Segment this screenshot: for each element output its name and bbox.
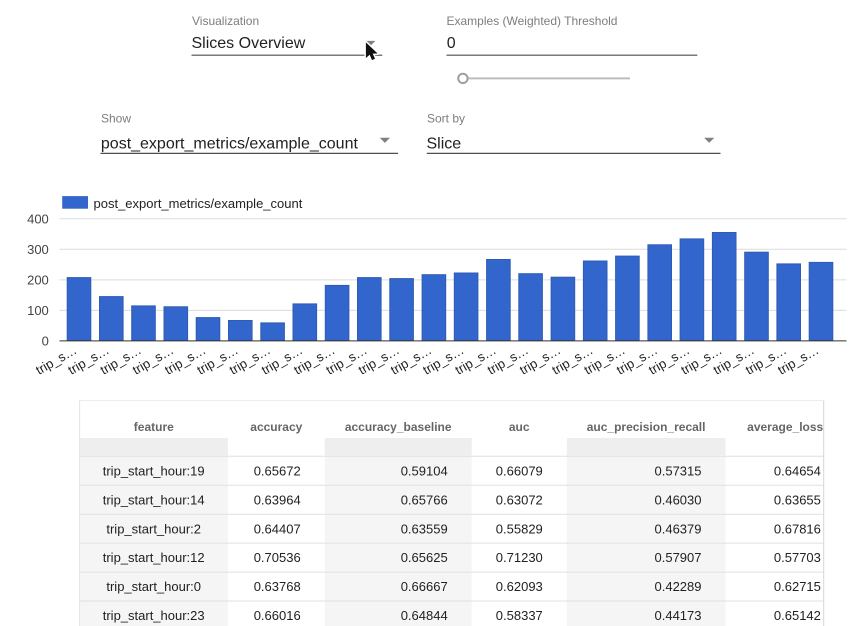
svg-text:trip_start_hour:12: trip_start_hour:12: [103, 550, 205, 565]
svg-text:0.63559: 0.63559: [401, 521, 448, 536]
svg-text:accuracy: accuracy: [250, 420, 302, 434]
svg-text:trip_start_hour:23: trip_start_hour:23: [103, 608, 205, 623]
svg-text:0.65766: 0.65766: [401, 492, 448, 507]
svg-text:0.67816: 0.67816: [774, 521, 821, 536]
svg-text:0.65672: 0.65672: [254, 463, 301, 478]
svg-text:Show: Show: [101, 112, 131, 126]
svg-text:0.57315: 0.57315: [655, 463, 702, 478]
svg-text:average_loss: average_loss: [747, 420, 823, 434]
svg-text:0.46379: 0.46379: [655, 521, 702, 536]
svg-text:post_export_metrics/example_co: post_export_metrics/example_count: [101, 135, 359, 152]
svg-text:300: 300: [27, 242, 49, 257]
svg-text:0.62715: 0.62715: [774, 579, 821, 594]
svg-text:auc: auc: [509, 420, 530, 434]
svg-text:Visualization: Visualization: [192, 14, 259, 28]
svg-text:auc_precision_recall: auc_precision_recall: [587, 420, 706, 434]
svg-text:feature: feature: [134, 420, 174, 434]
svg-text:0.62093: 0.62093: [496, 579, 543, 594]
svg-text:trip_start_hour:2: trip_start_hour:2: [106, 521, 201, 536]
svg-text:0.66016: 0.66016: [254, 608, 301, 623]
svg-text:accuracy_baseline: accuracy_baseline: [345, 420, 452, 434]
svg-text:0.64844: 0.64844: [401, 608, 448, 623]
svg-text:100: 100: [27, 303, 49, 318]
svg-text:0.44173: 0.44173: [655, 608, 702, 623]
svg-text:0.66667: 0.66667: [401, 579, 448, 594]
svg-text:0.63964: 0.63964: [254, 492, 301, 507]
svg-text:0: 0: [447, 35, 456, 52]
svg-text:0.63655: 0.63655: [774, 492, 821, 507]
svg-text:Sort by: Sort by: [427, 112, 465, 126]
svg-text:0.70536: 0.70536: [254, 550, 301, 565]
svg-text:0.46030: 0.46030: [655, 492, 702, 507]
svg-text:0.64654: 0.64654: [774, 463, 821, 478]
svg-text:0.66079: 0.66079: [496, 463, 543, 478]
svg-text:0.42289: 0.42289: [655, 579, 702, 594]
svg-text:trip_start_hour:14: trip_start_hour:14: [103, 492, 205, 507]
svg-text:0: 0: [42, 334, 49, 349]
svg-text:0.65142: 0.65142: [774, 608, 821, 623]
svg-text:0.63768: 0.63768: [254, 579, 301, 594]
svg-text:0.57703: 0.57703: [774, 550, 821, 565]
svg-text:0.58337: 0.58337: [496, 608, 543, 623]
svg-text:0.71230: 0.71230: [496, 550, 543, 565]
svg-text:post_export_metrics/example_co: post_export_metrics/example_count: [94, 196, 303, 211]
svg-text:Slices Overview: Slices Overview: [192, 35, 306, 52]
svg-text:200: 200: [27, 273, 49, 288]
svg-text:Examples (Weighted) Threshold: Examples (Weighted) Threshold: [447, 14, 618, 28]
svg-text:0.63072: 0.63072: [496, 492, 543, 507]
svg-text:0.64407: 0.64407: [254, 521, 301, 536]
svg-text:400: 400: [27, 211, 49, 226]
svg-text:0.65625: 0.65625: [401, 550, 448, 565]
svg-text:0.59104: 0.59104: [401, 463, 448, 478]
svg-text:0.57907: 0.57907: [655, 550, 702, 565]
svg-text:trip_start_hour:0: trip_start_hour:0: [106, 579, 201, 594]
svg-text:Slice: Slice: [427, 135, 462, 152]
svg-text:0.55829: 0.55829: [496, 521, 543, 536]
svg-text:trip_start_hour:19: trip_start_hour:19: [103, 463, 205, 478]
